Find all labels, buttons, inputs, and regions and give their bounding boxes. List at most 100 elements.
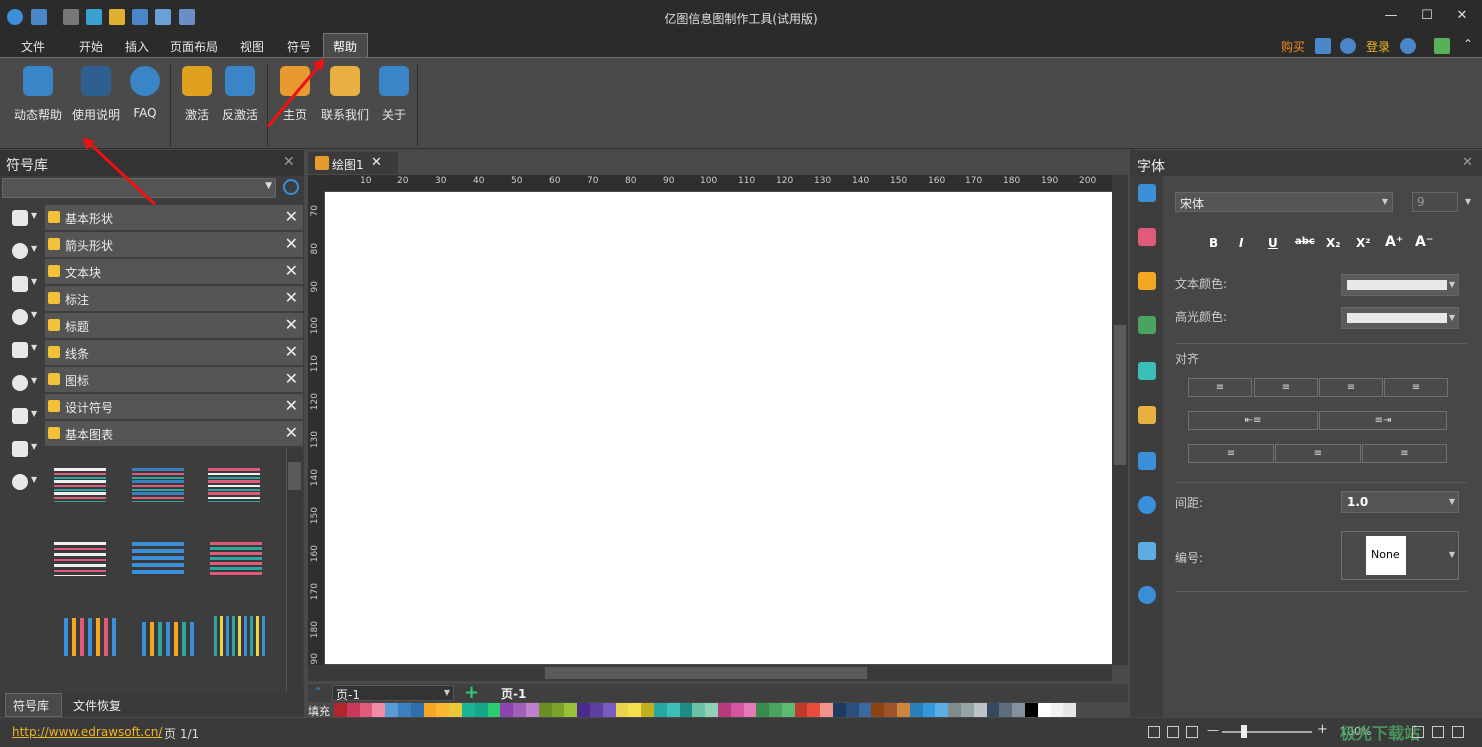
zoom-out-button[interactable]: — — [1207, 723, 1219, 737]
tab-file-recovery[interactable]: 文件恢复 — [73, 697, 121, 714]
page-tab[interactable]: 页-1 — [501, 685, 526, 702]
close-icon[interactable]: ✕ — [285, 315, 298, 334]
menu-insert[interactable]: 插入 — [125, 38, 149, 55]
web-view-icon[interactable] — [1167, 726, 1179, 738]
color-swatch[interactable] — [897, 703, 910, 717]
color-swatch[interactable] — [615, 703, 629, 717]
layers-icon[interactable] — [1138, 406, 1156, 424]
search-icon[interactable] — [283, 179, 299, 195]
line-pen-icon[interactable] — [1138, 272, 1156, 290]
menu-file[interactable]: 文件 — [21, 38, 45, 55]
font-icon[interactable] — [1138, 184, 1156, 202]
faq-button[interactable]: FAQ — [128, 66, 162, 120]
color-swatch[interactable] — [807, 703, 821, 717]
color-swatch[interactable] — [410, 703, 424, 717]
bar-chart-thumbnail[interactable] — [64, 618, 116, 656]
collapse-ribbon-icon[interactable]: ⌃ — [1463, 37, 1473, 51]
document-tab[interactable]: 绘图1 ✕ — [308, 152, 398, 174]
close-icon[interactable]: ✕ — [285, 396, 298, 415]
category-people[interactable]: ▼ — [0, 304, 44, 330]
font-name-select[interactable]: 宋体 ▼ — [1175, 192, 1393, 212]
library-item[interactable]: 线条 ✕ — [45, 340, 303, 365]
hyperlink-globe-icon[interactable] — [1138, 496, 1156, 514]
color-swatch[interactable] — [525, 703, 539, 717]
settings-gear-icon[interactable] — [1400, 38, 1416, 54]
infographic-shape-thumbnail[interactable] — [132, 468, 184, 502]
add-page-button[interactable]: + — [464, 682, 479, 703]
user-guide-button[interactable]: 使用说明 — [70, 66, 122, 123]
color-swatch[interactable] — [564, 703, 578, 717]
align-left-button[interactable]: ≡ — [1188, 378, 1252, 397]
decrease-font-button[interactable]: A⁻ — [1415, 234, 1433, 250]
infographic-shape-thumbnail[interactable] — [54, 468, 106, 502]
page-select[interactable]: 页-1 ▼ — [332, 685, 454, 702]
menu-help[interactable]: 帮助 — [323, 33, 368, 58]
close-icon[interactable]: ✕ — [285, 207, 298, 226]
attachment-icon[interactable] — [1138, 542, 1156, 560]
color-swatch[interactable] — [769, 703, 782, 717]
library-item[interactable]: 标题 ✕ — [45, 313, 303, 338]
library-item[interactable]: 箭头形状 ✕ — [45, 232, 303, 257]
page-list-icon[interactable] — [1138, 452, 1156, 470]
color-swatch[interactable] — [820, 703, 834, 717]
bold-button[interactable]: B — [1209, 236, 1218, 250]
page-view-icon[interactable] — [1148, 726, 1160, 738]
color-swatch[interactable] — [692, 703, 706, 717]
spacing-select[interactable]: 1.0 ▼ — [1341, 491, 1459, 513]
color-swatch[interactable] — [449, 703, 462, 717]
color-swatch[interactable] — [1050, 703, 1064, 717]
category-maps[interactable]: ▼ — [0, 271, 44, 297]
color-swatch[interactable] — [500, 703, 514, 717]
symbol-library-close-button[interactable]: ✕ — [283, 154, 295, 170]
menu-home[interactable]: 开始 — [79, 38, 103, 55]
close-button[interactable]: ✕ — [1452, 8, 1472, 26]
category-basic-shapes[interactable]: ▼ — [0, 205, 44, 231]
color-swatch[interactable] — [577, 703, 590, 717]
color-swatch[interactable] — [743, 703, 757, 717]
infographic-shape-thumbnail[interactable] — [54, 542, 106, 576]
chevron-down-icon[interactable]: ▼ — [265, 181, 272, 191]
menu-page-layout[interactable]: 页面布局 — [170, 38, 218, 55]
fit-width-icon[interactable] — [1432, 726, 1444, 738]
color-swatch[interactable] — [948, 703, 962, 717]
bar-chart-thumbnail[interactable] — [142, 622, 194, 656]
color-swatch[interactable] — [436, 703, 450, 717]
close-icon[interactable]: ✕ — [285, 288, 298, 307]
color-swatch[interactable] — [909, 703, 923, 717]
color-swatch[interactable] — [986, 703, 1000, 717]
color-swatch[interactable] — [1037, 703, 1051, 717]
scrollbar-thumb[interactable] — [545, 667, 867, 679]
color-swatch[interactable] — [538, 703, 552, 717]
highlight-color-picker[interactable]: ▼ — [1341, 307, 1459, 329]
increase-font-button[interactable]: A⁺ — [1385, 234, 1403, 250]
share-icon[interactable] — [1340, 38, 1356, 54]
chevron-up-icon[interactable]: ⌃ — [313, 685, 323, 699]
color-swatch[interactable] — [589, 703, 603, 717]
scrollbar-thumb[interactable] — [288, 462, 301, 490]
bar-chart-thumbnail[interactable] — [214, 616, 266, 656]
category-objects[interactable]: ▼ — [0, 469, 44, 495]
font-panel-close-button[interactable]: ✕ — [1462, 155, 1473, 170]
color-swatch[interactable] — [474, 703, 488, 717]
close-icon[interactable]: ✕ — [285, 234, 298, 253]
color-swatch[interactable] — [385, 703, 398, 717]
minimize-button[interactable]: — — [1381, 8, 1401, 26]
category-charts[interactable]: ▼ — [0, 238, 44, 264]
image-icon[interactable] — [1138, 316, 1156, 334]
color-swatch[interactable] — [1063, 703, 1077, 717]
color-swatch[interactable] — [871, 703, 885, 717]
align-justify-button[interactable]: ≡ — [1384, 378, 1448, 397]
library-item[interactable]: 基本图表 ✕ — [45, 421, 303, 446]
infographic-shape-thumbnail[interactable] — [208, 468, 260, 502]
library-item[interactable]: 图标 ✕ — [45, 367, 303, 392]
italic-button[interactable]: I — [1239, 236, 1243, 250]
fit-page-icon[interactable] — [1412, 726, 1424, 738]
library-item[interactable]: 设计符号 ✕ — [45, 394, 303, 419]
color-swatch[interactable] — [833, 703, 846, 717]
about-button[interactable]: 关于 — [378, 66, 410, 123]
library-item[interactable]: 文本块 ✕ — [45, 259, 303, 284]
library-scrollbar[interactable] — [286, 448, 302, 692]
category-tools[interactable]: ▼ — [0, 403, 44, 429]
infographic-shape-thumbnail[interactable] — [132, 542, 184, 576]
color-swatch[interactable] — [346, 703, 360, 717]
